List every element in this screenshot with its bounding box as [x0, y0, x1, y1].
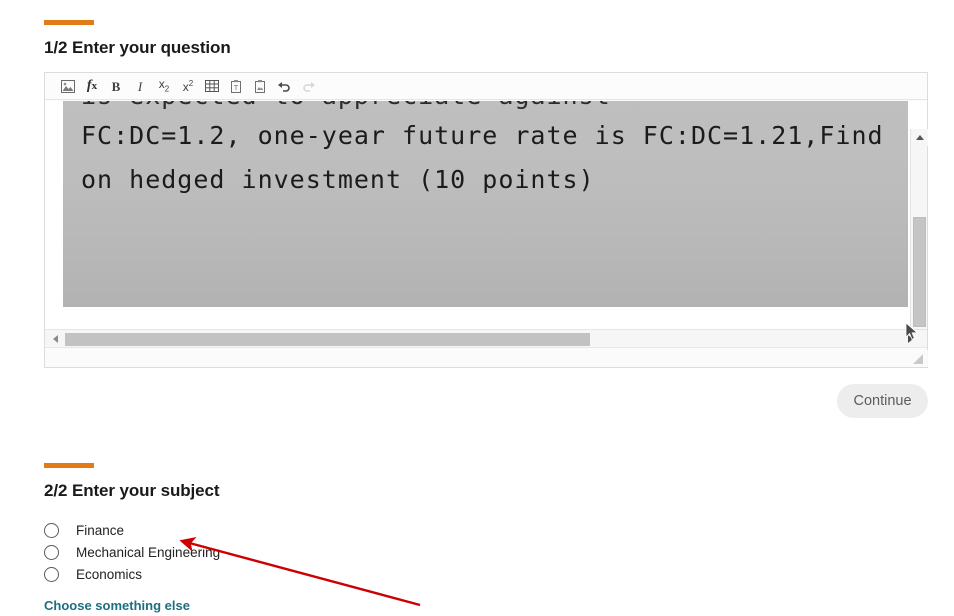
- redo-icon: [297, 76, 319, 97]
- paste-as-text-icon[interactable]: T: [225, 76, 247, 97]
- superscript-icon[interactable]: x2: [177, 76, 199, 97]
- bold-icon[interactable]: B: [105, 76, 127, 97]
- question-photo-line-2: FC:DC=1.2, one-year future rate is FC:DC…: [81, 121, 884, 150]
- question-editor[interactable]: fx B I x2 x2 T is expecte: [44, 72, 928, 368]
- horizontal-scroll-thumb[interactable]: [65, 333, 590, 346]
- paste-image-icon[interactable]: [249, 76, 271, 97]
- step-1-title: 1/2 Enter your question: [44, 38, 231, 57]
- resize-grip-icon[interactable]: [912, 353, 924, 365]
- subject-option-label: Mechanical Engineering: [76, 544, 221, 560]
- editor-status-bar: [45, 347, 927, 367]
- question-photo-line-3: on hedged investment (10 points): [81, 165, 595, 194]
- step-1-accent-bar: [44, 20, 94, 25]
- subject-option-mechanical-engineering[interactable]: Mechanical Engineering: [44, 541, 644, 563]
- insert-image-icon[interactable]: [57, 76, 79, 97]
- subject-option-finance[interactable]: Finance: [44, 519, 644, 541]
- page-root: 1/2 Enter your question fx B I x2 x2 T F…: [0, 0, 954, 616]
- radio-button-icon[interactable]: [44, 522, 59, 538]
- editor-body[interactable]: is expected to appreciate against FC:DC=…: [45, 101, 928, 367]
- scroll-left-arrow-icon[interactable]: [47, 330, 64, 347]
- continue-button[interactable]: Continue: [837, 384, 928, 418]
- choose-something-else-link[interactable]: Choose something else: [44, 598, 190, 613]
- subscript-icon[interactable]: x2: [153, 76, 175, 97]
- subject-radio-group[interactable]: Finance Mechanical Engineering Economics: [44, 519, 644, 585]
- italic-icon[interactable]: I: [129, 76, 151, 97]
- step-2-section: 2/2 Enter your subject Finance Mechanica…: [44, 463, 644, 615]
- mouse-cursor-icon: [905, 322, 918, 340]
- subject-option-label: Finance: [76, 522, 125, 538]
- editor-toolbar: fx B I x2 x2 T: [45, 73, 927, 100]
- step-2-accent-bar: [44, 463, 94, 468]
- step-1-section: 1/2 Enter your question: [44, 20, 928, 58]
- editor-content-area[interactable]: is expected to appreciate against FC:DC=…: [45, 101, 909, 339]
- vertical-scroll-thumb[interactable]: [913, 217, 926, 327]
- radio-button-icon[interactable]: [44, 544, 59, 560]
- scroll-up-arrow-icon[interactable]: [911, 129, 928, 146]
- question-photo: is expected to appreciate against FC:DC=…: [63, 101, 908, 307]
- math-formula-icon[interactable]: fx: [81, 76, 103, 97]
- undo-icon[interactable]: [273, 76, 295, 97]
- subject-option-label: Economics: [76, 566, 143, 582]
- subject-option-economics[interactable]: Economics: [44, 563, 644, 585]
- question-photo-line-1: is expected to appreciate against: [81, 101, 611, 110]
- step-2-title: 2/2 Enter your subject: [44, 481, 220, 500]
- radio-button-icon[interactable]: [44, 566, 59, 582]
- svg-text:T: T: [233, 84, 239, 92]
- editor-horizontal-scrollbar[interactable]: [45, 329, 927, 347]
- insert-table-icon[interactable]: [201, 76, 223, 97]
